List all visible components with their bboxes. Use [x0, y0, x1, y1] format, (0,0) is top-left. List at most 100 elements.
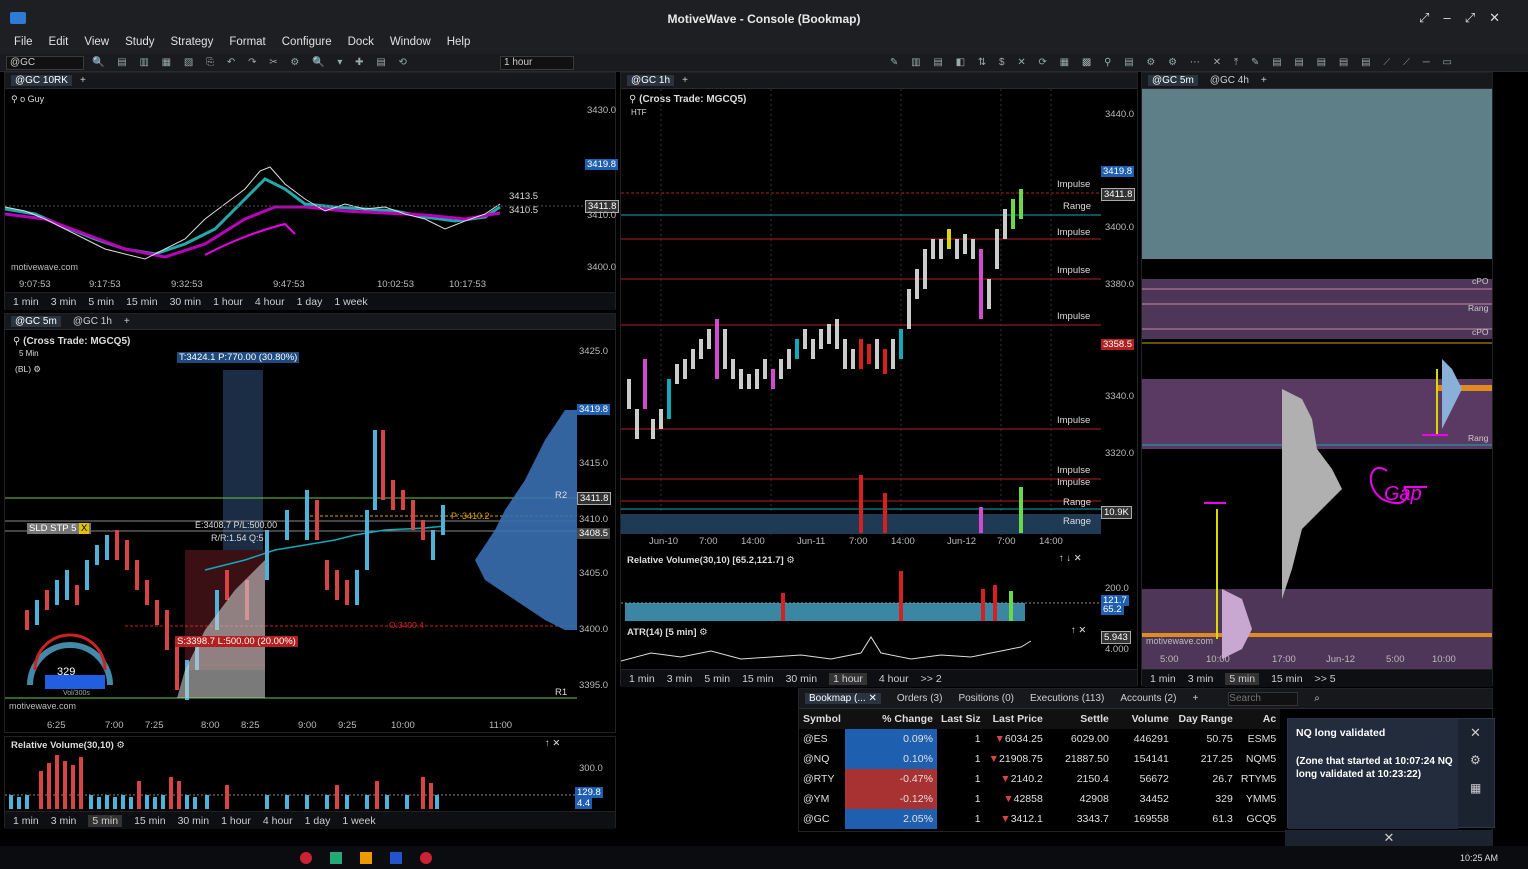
time-label: 9:07:53 [19, 279, 51, 290]
col-contract[interactable]: Ac [1236, 709, 1281, 729]
col-price[interactable]: Last Price [984, 709, 1047, 729]
order-label[interactable]: SLD STP 5 X [27, 523, 92, 534]
taskbar-apps[interactable] [300, 852, 432, 864]
search-input[interactable] [1228, 691, 1299, 706]
col-settle[interactable]: Settle [1046, 709, 1113, 729]
tab-bookmap[interactable]: Bookmap (... ✕ [805, 693, 881, 704]
tf-15min[interactable]: 15 min [742, 673, 774, 685]
tf-4hour[interactable]: 4 hour [263, 815, 293, 827]
tab-gc-10rk[interactable]: @GC 10RK [11, 75, 72, 86]
tab-gc-1h[interactable]: @GC 1h [627, 75, 675, 86]
menu-help[interactable]: Help [439, 34, 479, 54]
tf-15min[interactable]: 15 min [134, 815, 166, 827]
tf-4hour[interactable]: 4 hour [255, 296, 285, 308]
app-icon[interactable] [300, 852, 312, 864]
toolbar-drawing-icons[interactable]: ✎ ▥ ▤ ◧ ⇅ $ ✕ ⟳ ▦ ▩ ⚲ ▤ ⚙ ⚙ ⋯ ✕ ⤒ ✎ ▤ ▤ … [890, 57, 1457, 68]
tab-positions[interactable]: Positions (0) [958, 693, 1014, 704]
add-tab-icon[interactable]: + [682, 75, 688, 86]
tf-15min[interactable]: 15 min [126, 296, 158, 308]
maximize-button[interactable]: ⤢ [1465, 10, 1475, 26]
price-label: 3419.8 [585, 159, 619, 170]
tf-1min[interactable]: 1 min [13, 815, 39, 827]
add-tab-icon[interactable]: + [1192, 693, 1198, 704]
col-volume[interactable]: Volume [1112, 709, 1173, 729]
tf-1day[interactable]: 1 day [297, 296, 323, 308]
tf-3min[interactable]: 3 min [51, 296, 77, 308]
fullscreen-icon[interactable]: ⤢ [1419, 10, 1429, 26]
close-icon[interactable]: ✕ [1470, 725, 1481, 741]
rv-controls[interactable]: ↑ ✕ [545, 738, 560, 749]
app-icon[interactable] [390, 852, 402, 864]
tf-4hour[interactable]: 4 hour [879, 673, 909, 685]
dismiss-notification-button[interactable]: ✕ [1285, 830, 1493, 846]
order-cancel-icon[interactable]: X [79, 523, 90, 534]
search-icon[interactable]: ⌕ [1314, 693, 1320, 704]
tf-30min[interactable]: 30 min [178, 815, 210, 827]
add-tab-icon[interactable]: + [80, 75, 86, 86]
menu-strategy[interactable]: Strategy [163, 34, 222, 54]
tf-1min[interactable]: 1 min [1150, 673, 1176, 685]
menu-study[interactable]: Study [117, 34, 162, 54]
app-icon[interactable] [330, 852, 342, 864]
tf-1min[interactable]: 1 min [629, 673, 655, 685]
menu-view[interactable]: View [76, 34, 117, 54]
tf-1hour[interactable]: 1 hour [213, 296, 243, 308]
chart-10rk-svg[interactable] [5, 89, 585, 275]
tf-3min[interactable]: 3 min [667, 673, 693, 685]
table-row[interactable]: @NQ 0.10% 1 ▼21908.75 21887.50 154141 21… [799, 749, 1280, 769]
tf-15min[interactable]: 15 min [1271, 673, 1303, 685]
col-range[interactable]: Day Range [1172, 709, 1237, 729]
col-change[interactable]: % Change [844, 709, 937, 729]
tf-1week[interactable]: 1 week [342, 815, 375, 827]
minimize-button[interactable]: – [1443, 10, 1450, 26]
tab-gc-5m[interactable]: @GC 5m [11, 316, 61, 327]
menu-configure[interactable]: Configure [274, 34, 340, 54]
tf-30min[interactable]: 30 min [786, 673, 818, 685]
table-row[interactable]: @YM -0.12% 1 ▼42858 42908 34452 329 YMM5 [799, 789, 1280, 809]
tab-gc-4h[interactable]: @GC 4h [1206, 75, 1253, 86]
table-row[interactable]: @RTY -0.47% 1 ▼2140.2 2150.4 56672 26.7 … [799, 769, 1280, 789]
menu-window[interactable]: Window [382, 34, 439, 54]
menu-format[interactable]: Format [221, 34, 273, 54]
tf-5min[interactable]: 5 min [1225, 672, 1260, 685]
tab-executions[interactable]: Executions (113) [1030, 693, 1104, 704]
tf-5min[interactable]: 5 min [88, 296, 114, 308]
table-row[interactable]: @ES 0.09% 1 ▼6034.25 6029.00 446291 50.7… [799, 729, 1280, 749]
tf-5min[interactable]: 5 min [88, 814, 123, 827]
tf-3min[interactable]: 3 min [51, 815, 77, 827]
app-icon[interactable] [360, 852, 372, 864]
tab-gc-5m[interactable]: @GC 5m [1148, 75, 1198, 86]
col-symbol[interactable]: Symbol [799, 709, 845, 729]
tf-1day[interactable]: 1 day [305, 815, 331, 827]
tf-1hour[interactable]: 1 hour [829, 672, 867, 685]
table-row[interactable]: @GC 2.05% 1 ▼3412.1 3343.7 169558 61.3 G… [799, 809, 1280, 829]
menu-file[interactable]: File [6, 34, 41, 54]
timeframe-select[interactable]: 1 hour [500, 56, 574, 70]
chart-1h-svg[interactable] [621, 89, 1101, 535]
col-size[interactable]: Last Siz [936, 709, 985, 729]
tf-1min[interactable]: 1 min [13, 296, 39, 308]
add-tab-icon[interactable]: + [124, 316, 130, 327]
tf-1week[interactable]: 1 week [334, 296, 367, 308]
bookmap-svg[interactable] [1142, 89, 1492, 669]
rv-controls[interactable]: ↑ ↓ ✕ [1059, 553, 1082, 564]
symbol-input[interactable]: @GC [6, 56, 84, 70]
tab-orders[interactable]: Orders (3) [897, 693, 943, 704]
tf-3min[interactable]: 3 min [1188, 673, 1214, 685]
menu-edit[interactable]: Edit [41, 34, 77, 54]
tf-1hour[interactable]: 1 hour [221, 815, 251, 827]
toolbar-icons[interactable]: 🔍 ▤ ▥ ▦ ▧ ⎘ ↶ ↷ ✂ ⚙ 🔍 ▾ ✚ ▤ ⟲ [92, 57, 412, 68]
tf-5min[interactable]: 5 min [704, 673, 730, 685]
add-tab-icon[interactable]: + [1261, 75, 1267, 86]
gear-icon[interactable]: ⚙ [1470, 753, 1481, 767]
tf-more[interactable]: >> 2 [921, 673, 942, 685]
tf-more[interactable]: >> 5 [1315, 673, 1336, 685]
tf-30min[interactable]: 30 min [170, 296, 202, 308]
menu-dock[interactable]: Dock [340, 34, 382, 54]
close-button[interactable]: ✕ [1489, 10, 1500, 26]
tab-gc-1h[interactable]: @GC 1h [69, 316, 116, 327]
tab-accounts[interactable]: Accounts (2) [1120, 693, 1176, 704]
price-label: 3425.0 [579, 346, 609, 357]
chart-icon[interactable]: ▦ [1470, 781, 1481, 795]
app-icon[interactable] [420, 852, 432, 864]
